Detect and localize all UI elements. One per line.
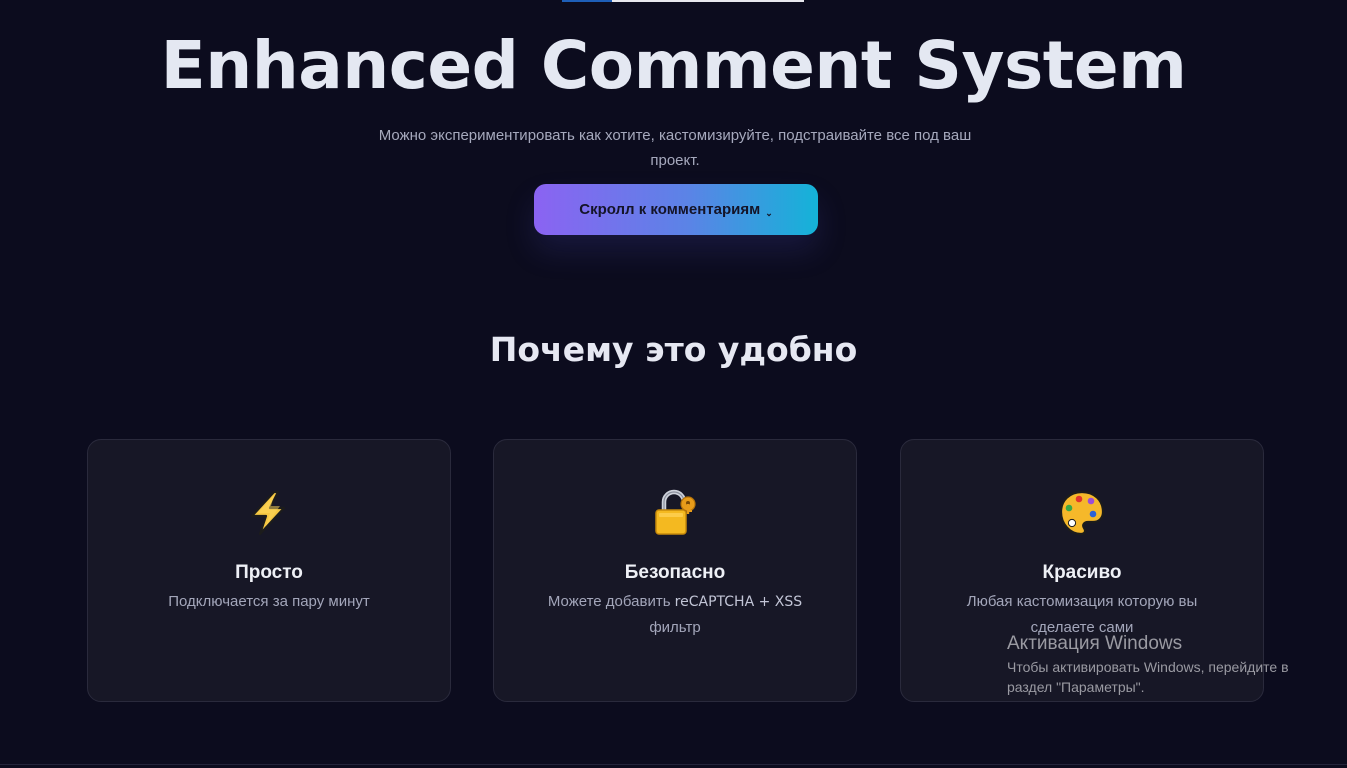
hero-title: Enhanced Comment System xyxy=(160,27,1187,104)
features-title: Почему это удобно xyxy=(489,330,858,369)
palette-icon xyxy=(1059,490,1105,536)
card-title: Просто xyxy=(235,562,303,583)
card-text: Любая кастомизация которую вы сделаете с… xyxy=(966,593,1198,636)
lightning-icon xyxy=(250,490,286,536)
card-title: Безопасно xyxy=(624,562,726,583)
feature-card-secure: Безопасно Можете добавить reCAPTCHA + XS… xyxy=(493,439,857,702)
card-text-code: reCAPTCHA + XSS xyxy=(674,594,803,610)
card-title: Красиво xyxy=(1042,562,1122,583)
lock-icon xyxy=(655,489,696,535)
page: Enhanced Comment System Можно эксперимен… xyxy=(0,0,1347,768)
bottom-divider xyxy=(0,764,1347,765)
card-text-prefix: Можете добавить xyxy=(547,593,675,610)
feature-card-beautiful: Красиво Любая кастомизация которую вы сд… xyxy=(900,439,1264,702)
scroll-to-comments-button[interactable]: Скролл к комментариям ⌄ xyxy=(534,184,818,235)
scroll-button-label: Скролл к комментариям xyxy=(579,201,761,218)
card-text: Можете добавить reCAPTCHA + XSS фильтр xyxy=(545,589,805,641)
top-indicator-accent xyxy=(562,0,612,2)
card-text-suffix: фильтр xyxy=(649,619,701,636)
hero-subtitle: Можно экспериментировать как хотите, кас… xyxy=(378,127,972,169)
top-scroll-indicator xyxy=(562,0,804,2)
chevron-down-icon: ⌄ xyxy=(765,208,773,218)
feature-card-simple: Просто Подключается за пару минут xyxy=(87,439,451,702)
card-text: Подключается за пару минут xyxy=(168,593,370,610)
